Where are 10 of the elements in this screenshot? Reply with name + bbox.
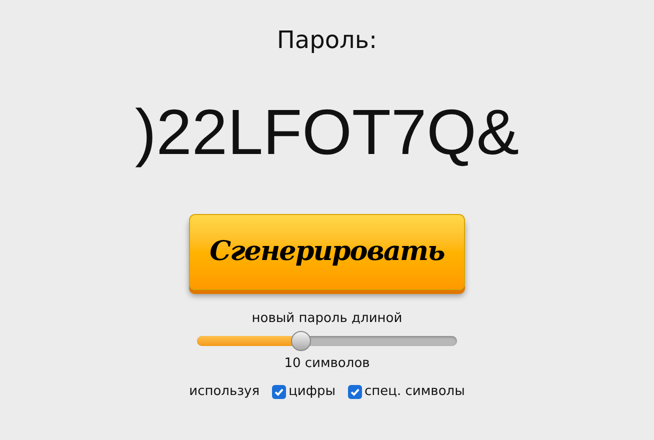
- checkbox-label: спец. символы: [364, 383, 465, 401]
- heading: Пароль:: [276, 25, 378, 56]
- checkbox-label: цифры: [288, 383, 336, 401]
- password-text: )22LFOT7Q&: [134, 95, 520, 170]
- length-reading: 10 символов: [284, 355, 370, 373]
- slider-thumb[interactable]: [291, 331, 311, 351]
- checkbox[interactable]: [348, 385, 362, 399]
- length-label: новый пароль длиной: [252, 310, 402, 328]
- checkbox[interactable]: [272, 385, 286, 399]
- options-label: используя: [189, 383, 260, 401]
